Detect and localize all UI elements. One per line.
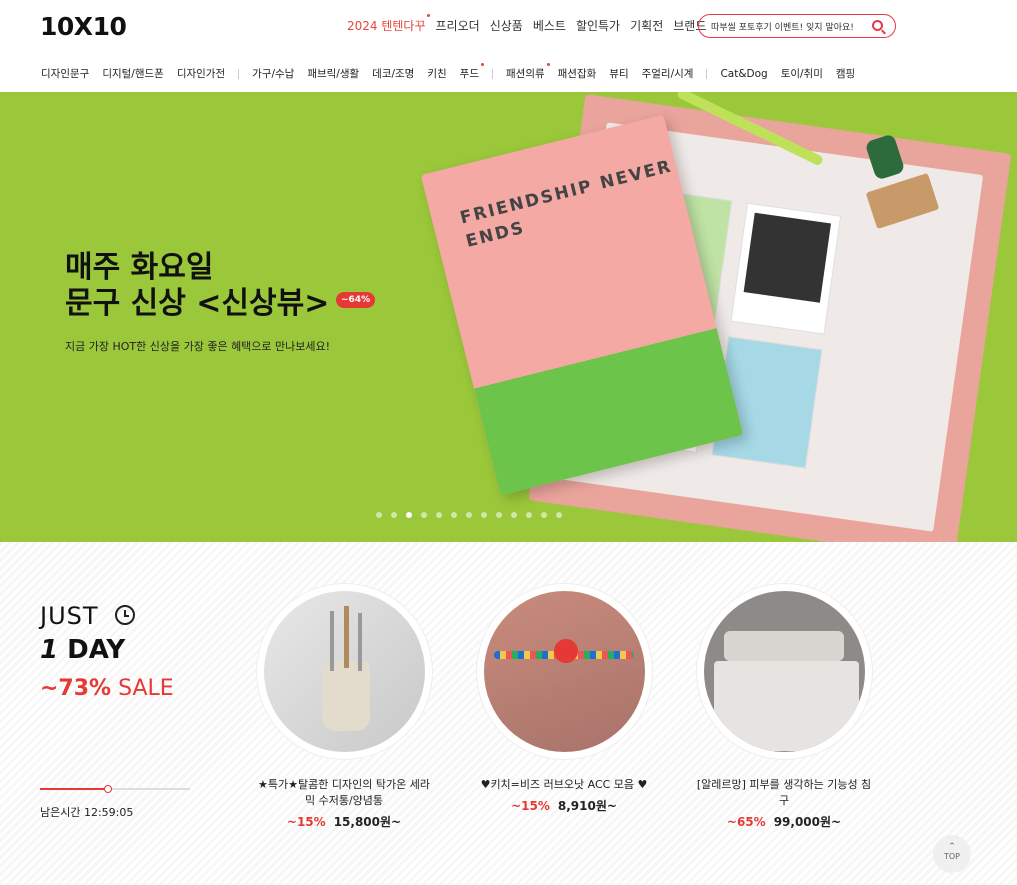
- category-item[interactable]: 키친: [427, 66, 446, 81]
- product-price: ~15% 15,800원~: [286, 815, 402, 829]
- category-item[interactable]: 주얼리/시계: [642, 66, 694, 81]
- topnav-item[interactable]: 베스트: [533, 17, 566, 34]
- product-price: ~15% 8,910원~: [511, 799, 617, 813]
- slide-dot[interactable]: [406, 512, 412, 518]
- category-item[interactable]: 푸드: [460, 63, 484, 81]
- time-progress-bar: [40, 785, 190, 793]
- slide-dot[interactable]: [436, 512, 442, 518]
- slide-dot[interactable]: [556, 512, 562, 518]
- category-divider: [706, 68, 708, 79]
- product-name[interactable]: ♥키치=비즈 러브오낫 ACC 모음 ♥: [454, 777, 674, 793]
- product-name[interactable]: [알레르망] 피부를 생각하는 기능성 침구: [674, 777, 894, 809]
- topnav-item[interactable]: 프리오더: [436, 17, 480, 34]
- topnav-item[interactable]: 할인특가: [576, 17, 620, 34]
- category-item[interactable]: 토이/취미: [781, 66, 823, 81]
- just-one-day-section: JUST 1 DAY ~73% SALE 남은시간 12:59:05 ★특가★탈…: [0, 542, 1017, 885]
- category-navigation: 디자인문구 디지털/핸드폰 디자인가전 가구/수납 패브릭/생활 데코/조명 키친 푸드 패션의…: [41, 63, 868, 81]
- discount-badge: ~64%: [336, 292, 376, 308]
- topnav-item[interactable]: 신상품: [490, 17, 523, 34]
- category-item[interactable]: 데코/조명: [372, 66, 414, 81]
- slide-dot[interactable]: [466, 512, 472, 518]
- category-item[interactable]: Cat&Dog: [720, 68, 767, 80]
- hero-subtitle: 지금 가장 HOT한 신상을 가장 좋은 혜택으로 만나보세요!: [65, 340, 331, 353]
- category-item[interactable]: 디자인문구: [41, 66, 89, 81]
- category-divider: [238, 68, 240, 79]
- product-name[interactable]: ★특가★탈콤한 디자인의 탁가온 세라믹 수저통/양념통: [234, 777, 454, 809]
- slide-indicator: [376, 512, 562, 518]
- slide-dot[interactable]: [376, 512, 382, 518]
- search-placeholder: 따부씰 포토후기 이벤트! 잊지 말아요!: [711, 22, 854, 33]
- topnav-item[interactable]: 기획전: [630, 17, 663, 34]
- category-divider: [492, 68, 493, 79]
- search-box[interactable]: 따부씰 포토후기 이벤트! 잊지 말아요!: [698, 14, 896, 38]
- alarm-clock-icon: [115, 605, 135, 625]
- arrow-up-icon: ⌃: [948, 842, 956, 852]
- category-item[interactable]: 가구/수납: [252, 66, 294, 81]
- product-image-utensil-holder[interactable]: [263, 591, 425, 752]
- product-card[interactable]: ♥키치=비즈 러브오낫 ACC 모음 ♥ ~15% 8,910원~: [454, 584, 674, 814]
- category-item[interactable]: 패션의류: [506, 63, 550, 81]
- scroll-top-button[interactable]: ⌃ TOP: [933, 835, 971, 873]
- product-image-bead-rings[interactable]: [483, 591, 645, 752]
- product-price: ~65% 99,000원~: [726, 815, 842, 829]
- product-card[interactable]: [알레르망] 피부를 생각하는 기능성 침구 ~65% 99,000원~: [674, 584, 894, 830]
- site-header: 10X10 2024 텐텐다꾸 프리오더 신상품 베스트 할인특가 기획전 브랜드 따부씰 …: [0, 0, 1017, 92]
- slide-dot[interactable]: [481, 512, 487, 518]
- product-image-bedding[interactable]: [703, 591, 865, 752]
- notebook-text: FRIENDSHIP NEVER ENDS: [458, 156, 675, 252]
- slide-dot[interactable]: [451, 512, 457, 518]
- just-label: JUST: [40, 602, 99, 630]
- hero-banner[interactable]: FRIENDSHIP NEVER ENDS 매주 화요일 문구 신상 <신상뷰>…: [0, 92, 1017, 542]
- top-navigation: 2024 텐텐다꾸 프리오더 신상품 베스트 할인특가 기획전 브랜드: [347, 14, 716, 34]
- remaining-time: 남은시간 12:59:05: [40, 806, 134, 819]
- slide-dot[interactable]: [541, 512, 547, 518]
- category-item[interactable]: 디지털/핸드폰: [102, 66, 164, 81]
- one-day-label: 1 DAY: [40, 635, 126, 665]
- slide-dot[interactable]: [496, 512, 502, 518]
- category-item[interactable]: 패션잡화: [558, 66, 597, 81]
- topnav-item[interactable]: 2024 텐텐다꾸: [347, 14, 430, 34]
- product-card[interactable]: ★특가★탈콤한 디자인의 탁가온 세라믹 수저통/양념통 ~15% 15,800원…: [234, 584, 454, 830]
- category-item[interactable]: 뷰티: [609, 66, 628, 81]
- site-logo[interactable]: 10X10: [40, 12, 127, 41]
- category-item[interactable]: 디자인가전: [177, 66, 225, 81]
- search-icon[interactable]: [872, 20, 883, 31]
- slide-dot[interactable]: [511, 512, 517, 518]
- slide-dot[interactable]: [526, 512, 532, 518]
- category-item[interactable]: 캠핑: [836, 66, 855, 81]
- slide-dot[interactable]: [421, 512, 427, 518]
- sale-label: ~73% SALE: [40, 676, 174, 701]
- hero-title: 매주 화요일 문구 신상 <신상뷰>: [65, 250, 330, 321]
- category-item[interactable]: 패브릭/생활: [307, 66, 359, 81]
- slide-dot[interactable]: [391, 512, 397, 518]
